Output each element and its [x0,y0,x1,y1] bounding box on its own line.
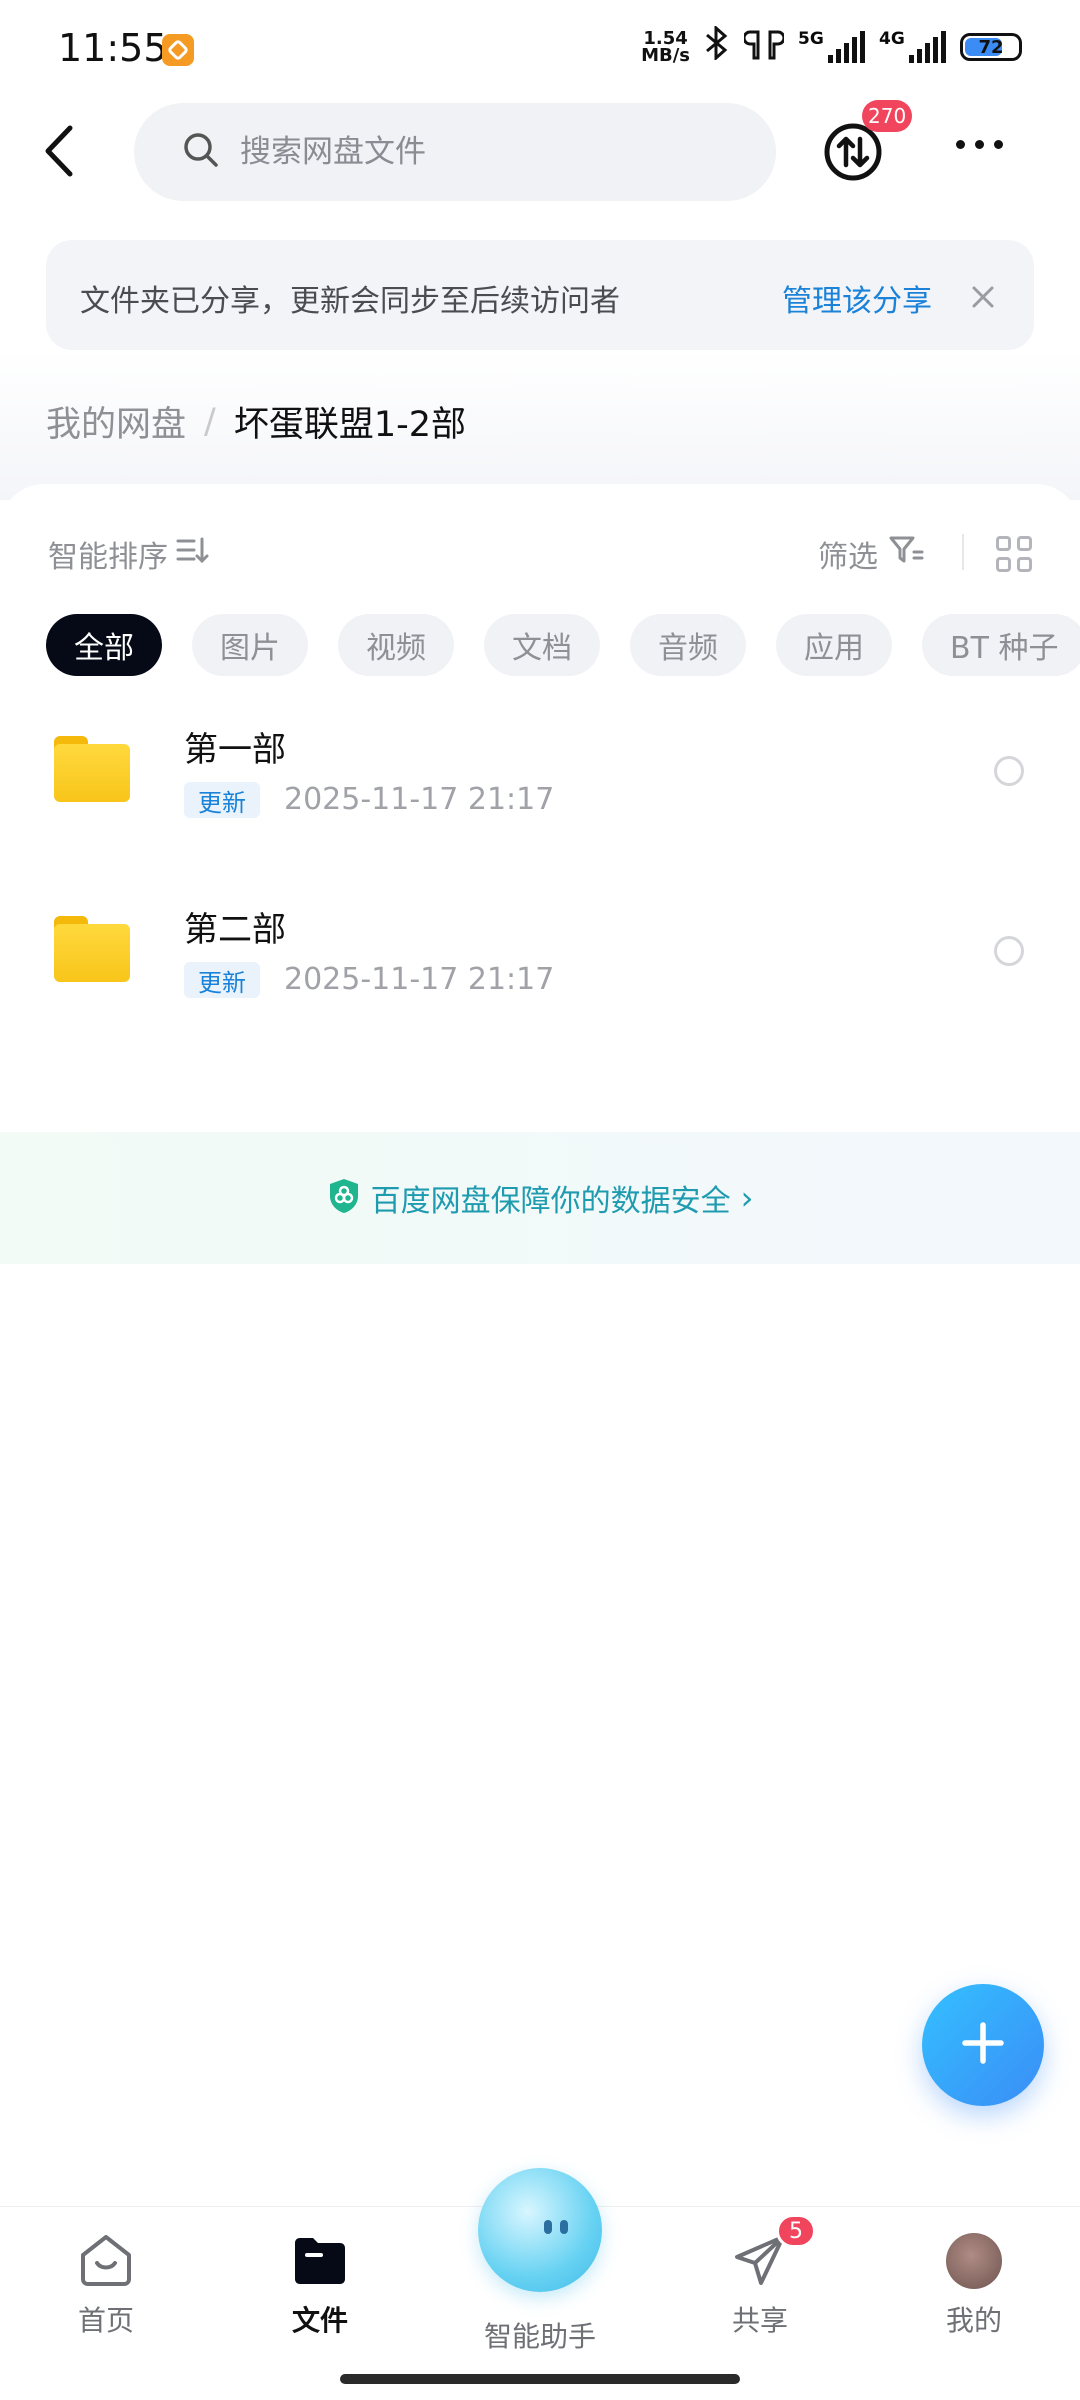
filter-button[interactable]: 筛选 [818,532,924,576]
file-date: 2025-11-17 21:17 [284,962,555,997]
battery-level: 72 [978,36,1004,58]
file-date: 2025-11-17 21:17 [284,782,555,817]
nav-me[interactable]: 我的 [904,2229,1044,2339]
notification-app-icon [162,34,194,66]
share-notice: 文件夹已分享，更新会同步至后续访问者 管理该分享 [46,240,1034,350]
breadcrumb-root[interactable]: 我的网盘 [46,396,186,447]
shield-icon [327,1177,361,1219]
file-row[interactable]: 第二部 更新 2025-11-17 21:17 [0,886,1080,1036]
avatar [946,2233,1002,2289]
status-bar: 11:55 1.54 MB/s 5G 4G 72 [0,0,1080,100]
file-row[interactable]: 第一部 更新 2025-11-17 21:17 [0,706,1080,856]
battery-icon: 72 [960,33,1022,61]
select-radio[interactable] [994,756,1024,786]
chip-bt-seeds[interactable]: BT 种子 [922,614,1080,676]
back-arrow-icon[interactable] [38,120,80,182]
chip-documents[interactable]: 文档 [484,614,600,676]
file-name: 第二部 [184,910,286,950]
chip-apps[interactable]: 应用 [776,614,892,676]
signal-5g-icon: 5G [798,29,865,63]
network-speed: 1.54 MB/s [641,30,690,66]
safety-banner[interactable]: 百度网盘保障你的数据安全 › [0,1132,1080,1264]
home-indicator[interactable] [340,2374,740,2384]
add-button[interactable] [922,1984,1044,2106]
folder-icon [54,736,130,802]
folder-filled-icon [289,2229,351,2291]
breadcrumb: 我的网盘 / 坏蛋联盟1-2部 [46,396,466,447]
update-badge: 更新 [184,782,260,818]
breadcrumb-current: 坏蛋联盟1-2部 [233,405,466,445]
share-notice-text: 文件夹已分享，更新会同步至后续访问者 [80,284,620,319]
chevron-right-icon: › [740,1179,754,1217]
search-icon [182,131,220,173]
filter-label: 筛选 [818,540,878,575]
plus-icon [959,2019,1007,2071]
nav-home-label: 首页 [77,2304,134,2337]
assistant-orb-icon[interactable] [478,2168,602,2292]
update-badge: 更新 [184,962,260,998]
bluetooth-icon [704,24,730,68]
status-time: 11:55 [58,26,168,70]
nav-home[interactable]: 首页 [36,2229,176,2339]
network-speed-unit: MB/s [641,45,690,66]
search-input[interactable] [240,134,740,170]
chip-all[interactable]: 全部 [46,614,162,676]
manage-share-link[interactable]: 管理该分享 [782,276,932,320]
share-badge: 5 [776,2214,816,2248]
file-name: 第一部 [184,730,286,770]
nav-assistant[interactable]: 智能助手 [470,2307,610,2355]
signal-4g-icon: 4G [879,29,946,63]
more-icon[interactable] [956,140,1003,149]
nav-files-label: 文件 [291,2304,348,2337]
status-indicators: 1.54 MB/s 5G 4G 72 [641,24,1022,68]
search-bar[interactable] [134,103,776,201]
sort-button[interactable]: 智能排序 [48,532,210,576]
chip-images[interactable]: 图片 [192,614,308,676]
transfer-badge: 270 [862,100,913,132]
sort-icon [176,535,210,573]
signal-5g-label: 5G [798,29,824,49]
nav-share[interactable]: 共享 [690,2229,830,2339]
grid-view-icon[interactable] [996,536,1032,572]
home-icon [75,2229,137,2291]
nav-me-label: 我的 [945,2304,1002,2337]
earbuds-icon [742,28,786,66]
filter-icon [888,534,924,574]
sort-label: 智能排序 [48,540,168,575]
nav-files[interactable]: 文件 [250,2229,390,2339]
nav-share-label: 共享 [731,2304,788,2337]
signal-4g-label: 4G [879,29,905,49]
select-radio[interactable] [994,936,1024,966]
nav-assistant-label: 智能助手 [483,2320,596,2353]
toolbar-divider [962,534,964,570]
chip-audio[interactable]: 音频 [630,614,746,676]
category-chips: 全部 图片 视频 文档 音频 应用 BT 种子 [46,614,1080,676]
close-icon[interactable] [970,280,996,314]
chip-videos[interactable]: 视频 [338,614,454,676]
folder-icon [54,916,130,982]
breadcrumb-separator: / [204,401,216,442]
safety-banner-text: 百度网盘保障你的数据安全 [370,1184,731,1219]
